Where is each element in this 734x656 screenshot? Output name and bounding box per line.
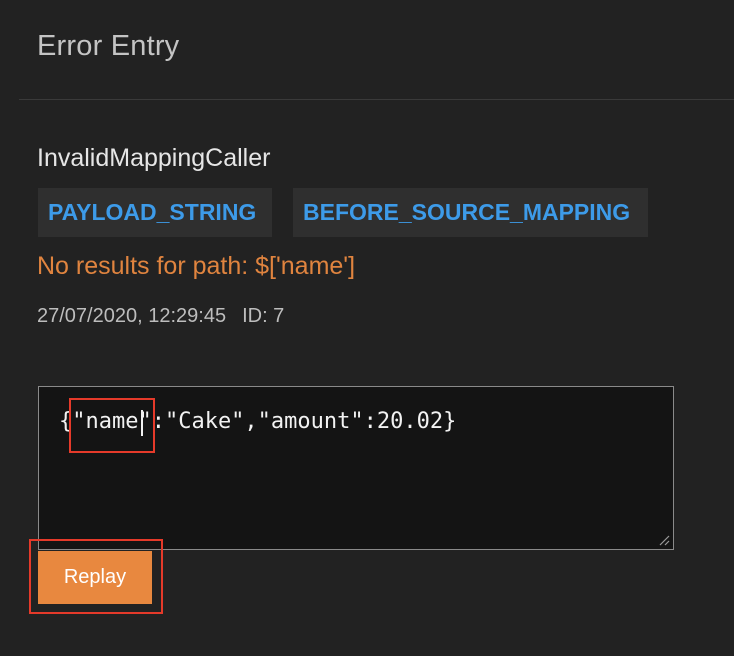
annotation-highlight-name-key — [69, 398, 155, 453]
error-id: ID: 7 — [242, 305, 285, 327]
page-title: Error Entry — [37, 30, 180, 62]
tag-before-source-mapping: BEFORE_SOURCE_MAPPING — [293, 188, 648, 237]
resize-handle-icon[interactable] — [658, 534, 670, 546]
error-message: No results for path: $['name'] — [37, 252, 356, 280]
header: Error Entry — [19, 0, 734, 100]
error-name: InvalidMappingCaller — [37, 144, 271, 172]
annotation-highlight-replay — [29, 539, 163, 614]
error-meta: 27/07/2020, 12:29:45 ID: 7 — [37, 305, 284, 328]
error-timestamp: 27/07/2020, 12:29:45 — [37, 305, 227, 327]
error-entry-page: Error Entry InvalidMappingCaller PAYLOAD… — [0, 0, 734, 656]
tag-payload-string: PAYLOAD_STRING — [38, 188, 272, 237]
